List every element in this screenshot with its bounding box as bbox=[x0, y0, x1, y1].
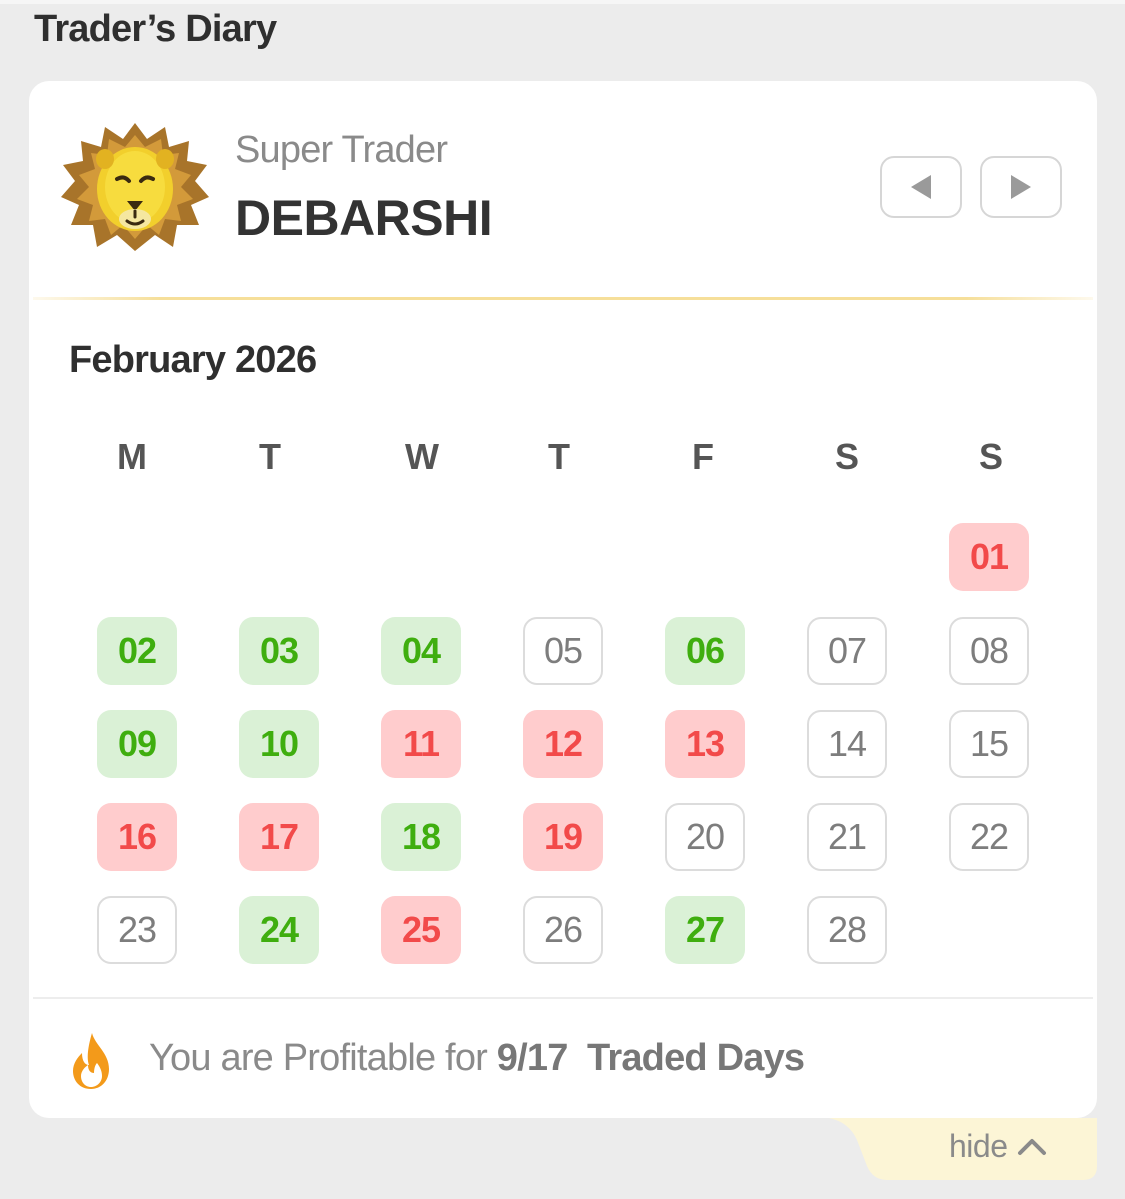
triangle-right-icon bbox=[1011, 175, 1031, 199]
weekday-header: F bbox=[692, 436, 714, 477]
calendar-day-02[interactable]: 02 bbox=[97, 617, 177, 685]
profitability-summary: You are Profitable for 9/17 Traded Days bbox=[149, 1037, 805, 1080]
calendar-day-10[interactable]: 10 bbox=[239, 710, 319, 778]
calendar-day-27[interactable]: 27 bbox=[665, 896, 745, 964]
weekday-header: M bbox=[117, 436, 147, 477]
footer-divider bbox=[33, 997, 1093, 999]
calendar-day-22[interactable]: 22 bbox=[949, 803, 1029, 871]
triangle-left-icon bbox=[911, 175, 931, 199]
weekday-header: T bbox=[548, 436, 570, 477]
previous-button[interactable] bbox=[880, 156, 962, 218]
calendar-day-09[interactable]: 09 bbox=[97, 710, 177, 778]
calendar-day-05[interactable]: 05 bbox=[523, 617, 603, 685]
weekday-header: S bbox=[978, 436, 1003, 477]
trader-name: DEBARSHI bbox=[235, 190, 493, 246]
calendar-day-28[interactable]: 28 bbox=[807, 896, 887, 964]
summary-suffix: Traded Days bbox=[587, 1037, 805, 1079]
hide-label: hide bbox=[949, 1128, 1008, 1164]
profitable-ratio: 9/17 bbox=[496, 1037, 569, 1079]
calendar-day-19[interactable]: 19 bbox=[523, 803, 603, 871]
calendar-day-23[interactable]: 23 bbox=[97, 896, 177, 964]
fire-icon bbox=[73, 1033, 109, 1089]
calendar-day-01[interactable]: 01 bbox=[949, 523, 1029, 591]
page-title: Trader’s Diary bbox=[34, 8, 277, 50]
calendar-day-26[interactable]: 26 bbox=[523, 896, 603, 964]
traders-diary-page: Trader’s Diary Super Trader DEBARSHI Feb… bbox=[0, 0, 1125, 1199]
month-label: February 2026 bbox=[69, 339, 317, 381]
calendar-day-14[interactable]: 14 bbox=[807, 710, 887, 778]
trader-level: Super Trader bbox=[235, 129, 448, 171]
calendar-day-15[interactable]: 15 bbox=[949, 710, 1029, 778]
top-edge bbox=[0, 0, 1125, 4]
diary-card: Super Trader DEBARSHI February 2026 M T W T… bbox=[29, 81, 1097, 1118]
next-button[interactable] bbox=[980, 156, 1062, 218]
calendar-day-16[interactable]: 16 bbox=[97, 803, 177, 871]
calendar-day-06[interactable]: 06 bbox=[665, 617, 745, 685]
weekday-header: W bbox=[405, 436, 439, 477]
hide-button[interactable]: hide bbox=[829, 1118, 1097, 1180]
lion-icon bbox=[61, 123, 209, 251]
calendar-day-18[interactable]: 18 bbox=[381, 803, 461, 871]
header-divider bbox=[33, 297, 1093, 300]
weekday-header: S bbox=[834, 436, 859, 477]
chevron-up-icon bbox=[1018, 1139, 1046, 1155]
calendar-day-17[interactable]: 17 bbox=[239, 803, 319, 871]
calendar-day-20[interactable]: 20 bbox=[665, 803, 745, 871]
calendar-day-03[interactable]: 03 bbox=[239, 617, 319, 685]
weekday-header: T bbox=[259, 436, 281, 477]
calendar-day-25[interactable]: 25 bbox=[381, 896, 461, 964]
calendar-day-11[interactable]: 11 bbox=[381, 710, 461, 778]
calendar-day-21[interactable]: 21 bbox=[807, 803, 887, 871]
calendar-day-24[interactable]: 24 bbox=[239, 896, 319, 964]
calendar-day-08[interactable]: 08 bbox=[949, 617, 1029, 685]
calendar-day-04[interactable]: 04 bbox=[381, 617, 461, 685]
summary-prefix: You are Profitable for bbox=[149, 1037, 497, 1079]
calendar-day-12[interactable]: 12 bbox=[523, 710, 603, 778]
calendar-day-13[interactable]: 13 bbox=[665, 710, 745, 778]
calendar-day-07[interactable]: 07 bbox=[807, 617, 887, 685]
